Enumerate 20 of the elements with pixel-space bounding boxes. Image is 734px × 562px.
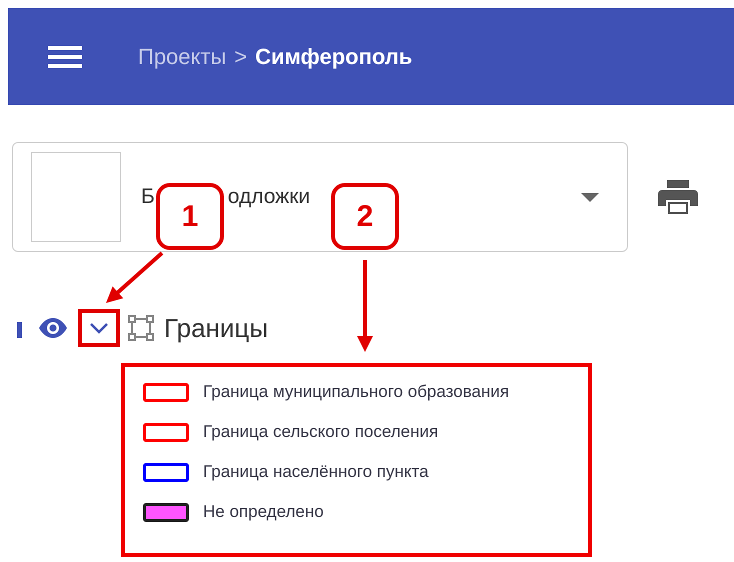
select-value: Б — [141, 185, 155, 209]
chevron-icon — [90, 322, 108, 334]
callout-number: 2 — [331, 183, 399, 250]
arrow — [106, 252, 164, 303]
caret-icon — [581, 192, 599, 202]
legend-label: Граница сельского поселения — [203, 422, 438, 442]
breadcrumb-item[interactable]: Проекты — [138, 44, 226, 70]
callout-number: 1 — [156, 183, 224, 250]
layer-name: Границы — [164, 312, 268, 344]
eye-icon[interactable] — [38, 318, 68, 338]
menu-icon[interactable] — [48, 46, 82, 68]
legend-label: Граница муниципального образования — [203, 382, 510, 402]
select-value: одложки — [228, 185, 310, 209]
breadcrumb-item[interactable]: > — [234, 44, 248, 70]
legend-label: Граница населённого пункта — [203, 462, 429, 482]
legend-label: Не определено — [203, 502, 324, 522]
breadcrumb-item: Симферополь — [255, 44, 412, 70]
printer-icon[interactable] — [658, 180, 698, 214]
bounding-box-icon — [128, 315, 154, 341]
expand-button[interactable] — [78, 309, 120, 347]
